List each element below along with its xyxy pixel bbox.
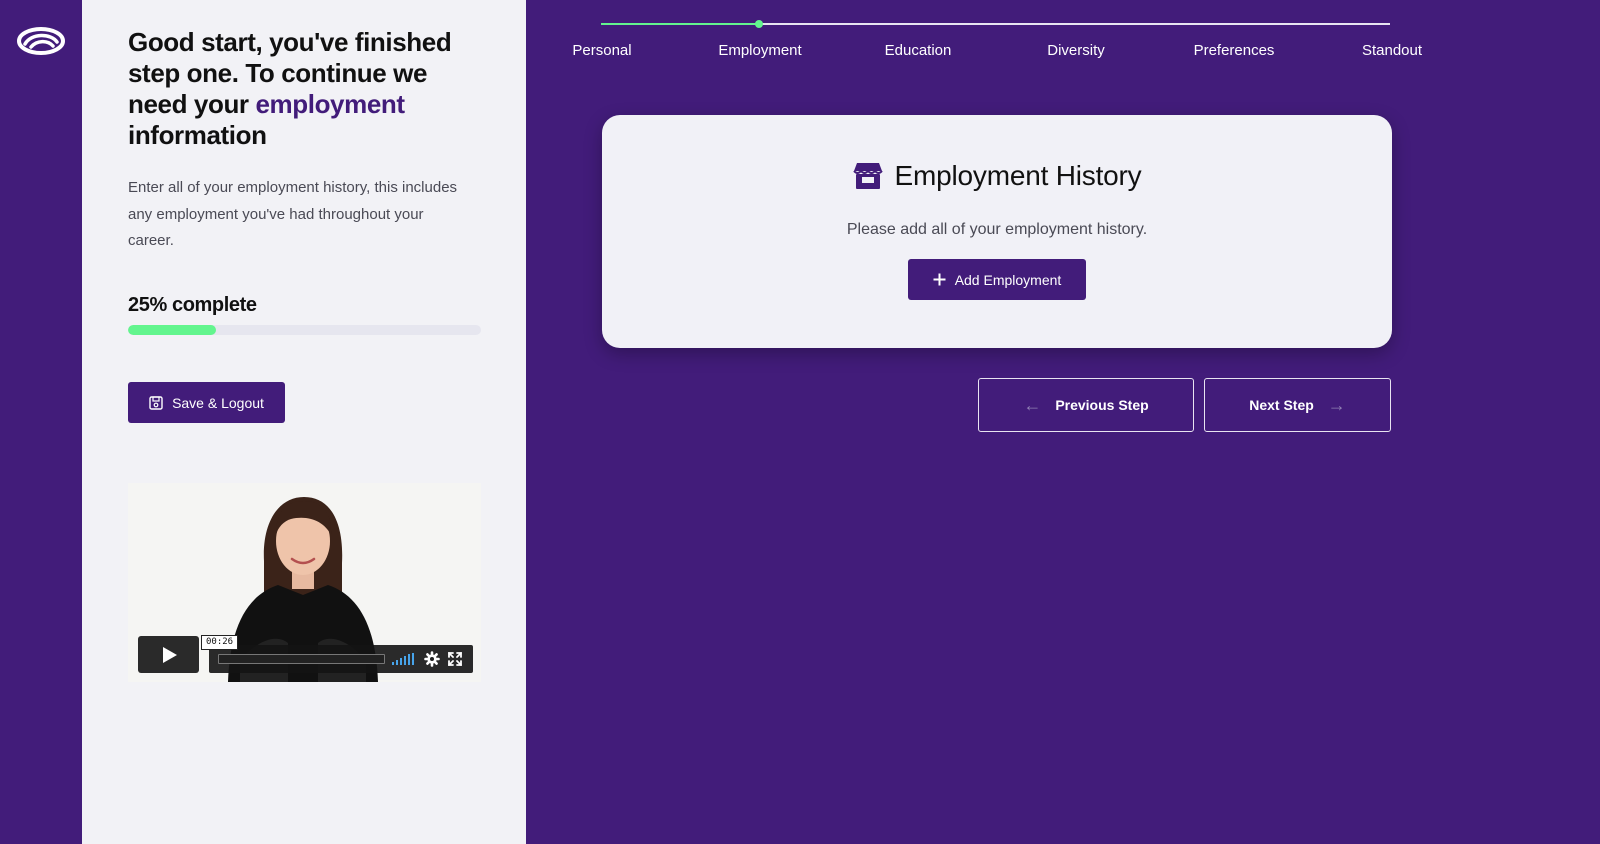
employment-history-card: Employment History Please add all of you…: [602, 115, 1392, 348]
play-icon: [162, 646, 177, 663]
step-standout[interactable]: Standout: [1322, 42, 1462, 59]
add-employment-button[interactable]: Add Employment: [908, 259, 1086, 300]
step-employment[interactable]: Employment: [690, 42, 830, 59]
volume-icon[interactable]: [392, 653, 414, 665]
video-seek-bar[interactable]: [218, 654, 385, 664]
step-education[interactable]: Education: [848, 42, 988, 59]
headline-text-end: information: [128, 120, 267, 150]
progress-bar: [128, 325, 481, 335]
info-panel: Good start, you've finished step one. To…: [82, 0, 526, 844]
eye-logo-icon[interactable]: [16, 25, 66, 57]
next-step-button[interactable]: Next Step →: [1204, 378, 1391, 432]
progress-label: 25% complete: [128, 294, 257, 316]
save-logout-button[interactable]: Save & Logout: [128, 382, 285, 423]
progress-fill: [128, 325, 217, 335]
progress-stepper: Personal Employment Education Diversity …: [526, 0, 1600, 80]
stepper-current-dot: [755, 20, 763, 28]
card-header: Employment History: [602, 160, 1392, 192]
next-step-label: Next Step: [1249, 397, 1314, 413]
page-headline: Good start, you've finished step one. To…: [128, 27, 478, 151]
intro-video[interactable]: 00:26: [128, 483, 481, 682]
step-diversity[interactable]: Diversity: [1006, 42, 1146, 59]
stepper-track-completed: [601, 23, 759, 25]
brand-rail: [0, 0, 82, 844]
play-button[interactable]: [138, 636, 199, 673]
arrow-left-icon: ←: [1023, 395, 1042, 415]
settings-gear-icon[interactable]: [424, 651, 440, 667]
fullscreen-icon[interactable]: [448, 652, 462, 666]
previous-step-label: Previous Step: [1055, 397, 1149, 413]
intro-text: Enter all of your employment history, th…: [128, 179, 458, 249]
card-title: Employment History: [894, 160, 1142, 191]
step-preferences[interactable]: Preferences: [1164, 42, 1304, 59]
video-controls: [209, 645, 473, 673]
plus-icon: [933, 273, 946, 286]
storefront-icon: [852, 163, 883, 189]
save-logout-label: Save & Logout: [172, 394, 264, 411]
floppy-disk-icon: [149, 395, 163, 410]
headline-accent: employment: [255, 89, 405, 119]
step-personal[interactable]: Personal: [532, 42, 672, 59]
add-employment-label: Add Employment: [954, 271, 1062, 288]
video-time-label: 00:26: [201, 635, 239, 650]
arrow-right-icon: →: [1327, 395, 1346, 415]
previous-step-button[interactable]: ← Previous Step: [978, 378, 1194, 432]
card-subtitle: Please add all of your employment histor…: [846, 221, 1148, 238]
